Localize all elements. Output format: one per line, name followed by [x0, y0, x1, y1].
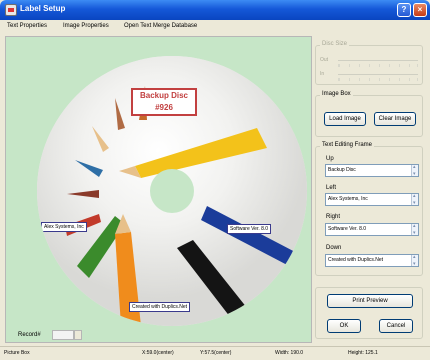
title-bar: Label Setup ? ×: [0, 0, 430, 20]
left-text-field[interactable]: Alex Systems, Inc: [325, 193, 419, 206]
inner-size-label: In: [320, 71, 325, 77]
window-title: Label Setup: [20, 4, 66, 13]
record-label: Record#: [18, 332, 41, 338]
center-hole: [150, 169, 194, 213]
right-text-label[interactable]: Software Ver. 8.0: [227, 224, 272, 234]
label-preview[interactable]: Backup Disc #926 Alex Systems, Inc Softw…: [5, 36, 312, 343]
outer-size-ticks: [338, 64, 418, 67]
image-box-group: Image Box Load Image Clear Image: [315, 91, 423, 137]
right-text-field[interactable]: Software Ver. 8.0: [325, 223, 419, 236]
disc-size-title: Disc Size: [320, 41, 350, 47]
up-text-line1: Backup Disc: [139, 91, 189, 100]
disc-size-group: Disc Size Out In: [315, 41, 423, 85]
status-width: Width: 190.0: [275, 350, 304, 356]
up-text-label[interactable]: Backup Disc #926: [131, 88, 197, 116]
up-text-field[interactable]: Backup Disc: [325, 164, 419, 177]
down-text-label[interactable]: Created with Duplics.Net: [129, 302, 191, 312]
left-field-scroll[interactable]: [411, 193, 418, 206]
record-input[interactable]: [52, 330, 74, 340]
print-preview-button[interactable]: Print Preview: [327, 294, 413, 308]
status-bar: Picture Box X:59.0(center) Y:57.5(center…: [0, 346, 430, 360]
menu-image-properties[interactable]: Image Properties: [63, 23, 109, 29]
disc-label-artwork: Backup Disc #926 Alex Systems, Inc Softw…: [37, 56, 307, 326]
inner-size-slider[interactable]: [338, 74, 418, 75]
image-box-title: Image Box: [320, 91, 353, 97]
close-button[interactable]: ×: [413, 3, 427, 17]
menu-text-properties[interactable]: Text Properties: [7, 23, 47, 29]
status-box: Picture Box: [4, 350, 30, 356]
menu-open-text-merge-database[interactable]: Open Text Merge Database: [124, 23, 197, 29]
down-text-field[interactable]: Created with Duplics.Net: [325, 254, 419, 267]
up-field-scroll[interactable]: [411, 164, 418, 177]
menu-bar: Text Properties Image Properties Open Te…: [0, 20, 430, 34]
outer-size-label: Out: [320, 57, 329, 63]
right-field-label: Right: [326, 214, 341, 220]
record-spinner[interactable]: [74, 330, 82, 340]
status-x: X:59.0(center): [142, 350, 174, 356]
app-icon: [5, 4, 17, 16]
status-y: Y:57.5(center): [200, 350, 232, 356]
cancel-button[interactable]: Cancel: [379, 319, 413, 333]
up-text-line2: #926: [155, 103, 173, 112]
actions-group: Print Preview OK Cancel: [315, 287, 423, 339]
ok-button[interactable]: OK: [327, 319, 361, 333]
right-field-scroll[interactable]: [411, 223, 418, 236]
down-field-label: Down: [326, 245, 342, 251]
load-image-button[interactable]: Load Image: [324, 112, 366, 126]
status-height: Height: 125.1: [348, 350, 378, 356]
clear-image-button[interactable]: Clear Image: [374, 112, 416, 126]
outer-size-slider[interactable]: [338, 60, 418, 61]
left-text-label[interactable]: Alex Systems, Inc: [41, 222, 87, 232]
down-field-scroll[interactable]: [411, 254, 418, 267]
text-editing-title: Text Editing Frame: [320, 142, 375, 148]
up-field-label: Up: [326, 156, 334, 162]
left-field-label: Left: [326, 185, 337, 191]
help-button[interactable]: ?: [397, 3, 411, 17]
inner-size-ticks: [338, 78, 418, 81]
text-editing-frame: Text Editing Frame Up Backup Disc Left A…: [315, 142, 423, 276]
